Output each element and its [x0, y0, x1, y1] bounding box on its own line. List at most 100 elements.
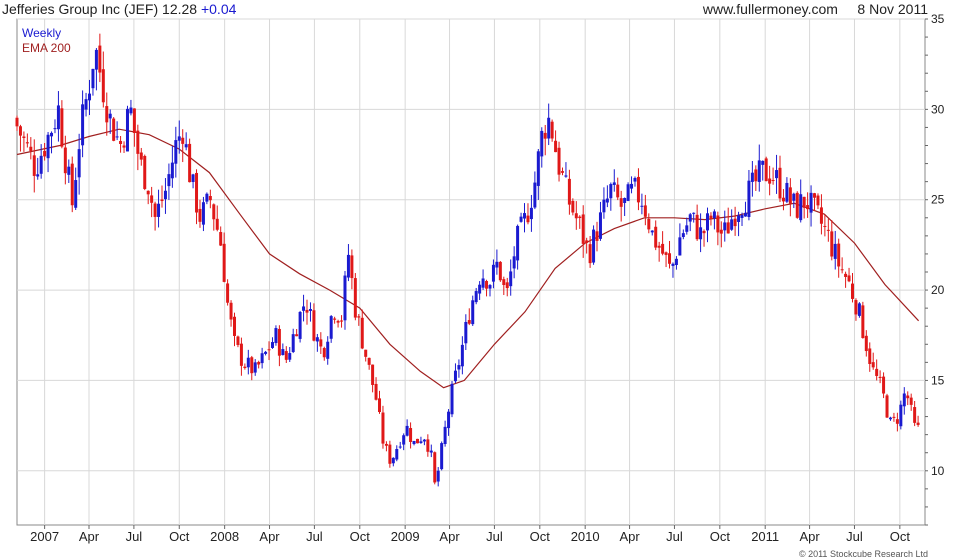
candle-body	[450, 383, 454, 415]
candle-body	[781, 197, 785, 202]
candle-body	[50, 132, 54, 137]
candle-body	[685, 225, 689, 232]
candle-body	[623, 198, 627, 203]
candle-body	[77, 149, 81, 178]
candle-body	[402, 435, 406, 445]
candle-body	[115, 136, 119, 138]
candle-body	[837, 243, 841, 267]
candle-body	[678, 237, 682, 256]
x-tick-label: Apr	[439, 529, 460, 544]
candle-body	[719, 229, 723, 234]
candle-body	[757, 160, 761, 182]
candle-body	[529, 207, 533, 220]
candle-body	[830, 231, 834, 257]
candle-body	[664, 252, 668, 255]
candle-body	[267, 349, 271, 351]
candle-body	[315, 337, 319, 342]
candle-body	[302, 306, 306, 311]
candle-body	[84, 99, 88, 110]
candle-body	[367, 357, 371, 365]
candle-body	[823, 225, 827, 227]
candle-body	[119, 140, 123, 144]
candle-body	[108, 113, 112, 119]
candle-body	[771, 180, 775, 182]
candle-body	[571, 200, 575, 213]
candle-body	[705, 213, 709, 231]
candle-body	[509, 271, 513, 287]
price-chart: 101520253035 2007 Apr Jul Oct 2008 Apr Jul Oct 2…	[15, 12, 945, 544]
candle-body	[888, 417, 892, 420]
candle-body	[581, 214, 585, 244]
candle-body	[81, 104, 85, 146]
candle-body	[132, 108, 136, 133]
candle-body	[816, 195, 820, 206]
candle-body	[775, 170, 779, 179]
candle-body	[630, 183, 634, 189]
candle-body	[864, 335, 868, 352]
candle-body	[422, 439, 426, 442]
candle-body	[312, 310, 316, 341]
candle-body	[129, 107, 133, 114]
candle-body	[29, 146, 33, 151]
candle-body	[46, 134, 50, 159]
candle-body	[191, 174, 195, 183]
candle-body	[236, 336, 240, 345]
candle-body	[440, 443, 444, 470]
candle-body	[526, 215, 530, 223]
x-tick-label: Apr	[619, 529, 640, 544]
candle-body	[381, 412, 385, 444]
candle-body	[419, 441, 423, 443]
source-site: www.fullermoney.com	[702, 1, 838, 17]
candle-body	[485, 281, 489, 289]
candle-body	[329, 316, 333, 339]
candle-body	[799, 194, 803, 221]
candle-body	[764, 158, 768, 182]
candle-body	[467, 320, 471, 324]
candle-body	[857, 303, 861, 316]
candle-body	[371, 364, 375, 385]
candle-body	[43, 150, 47, 157]
candle-body	[488, 285, 492, 289]
candle-body	[36, 174, 40, 177]
x-tick-label: Jul	[846, 529, 863, 544]
x-tick-label: Jul	[306, 529, 323, 544]
candle-body	[661, 243, 665, 254]
candle-body	[260, 353, 264, 364]
candle-body	[350, 255, 354, 279]
candle-body	[264, 351, 268, 354]
candle-body	[498, 261, 502, 281]
candle-body	[516, 225, 520, 261]
candle-body	[543, 132, 547, 139]
x-tick-label: 2007	[30, 529, 59, 544]
candle-body	[146, 190, 150, 195]
candle-body	[281, 349, 285, 356]
candle-body	[201, 202, 205, 225]
candle-body	[353, 278, 357, 318]
candle-body	[250, 357, 254, 374]
candle-body	[712, 211, 716, 219]
candle-body	[346, 254, 350, 278]
candle-body	[695, 214, 699, 240]
candle-body	[326, 341, 330, 359]
candle-body	[25, 142, 29, 144]
candle-body	[916, 422, 920, 425]
candle-body	[702, 230, 706, 234]
candle-body	[112, 118, 116, 141]
candle-body	[253, 362, 257, 373]
candle-body	[22, 136, 26, 138]
candle-body	[906, 395, 910, 399]
candle-body	[415, 438, 419, 444]
legend-weekly: Weekly	[22, 26, 62, 40]
candle-body	[806, 205, 810, 210]
candle-body	[226, 283, 230, 303]
y-tick-label: 10	[931, 464, 945, 478]
candle-body	[761, 160, 765, 165]
candle-body	[785, 182, 789, 202]
y-axis: 10 15 20 25 30 35	[925, 12, 945, 526]
candle-body	[215, 218, 219, 230]
candle-body	[567, 178, 571, 205]
candle-body	[536, 151, 540, 186]
candle-body	[885, 395, 889, 418]
candle-body	[343, 275, 347, 321]
candle-body	[340, 320, 344, 322]
